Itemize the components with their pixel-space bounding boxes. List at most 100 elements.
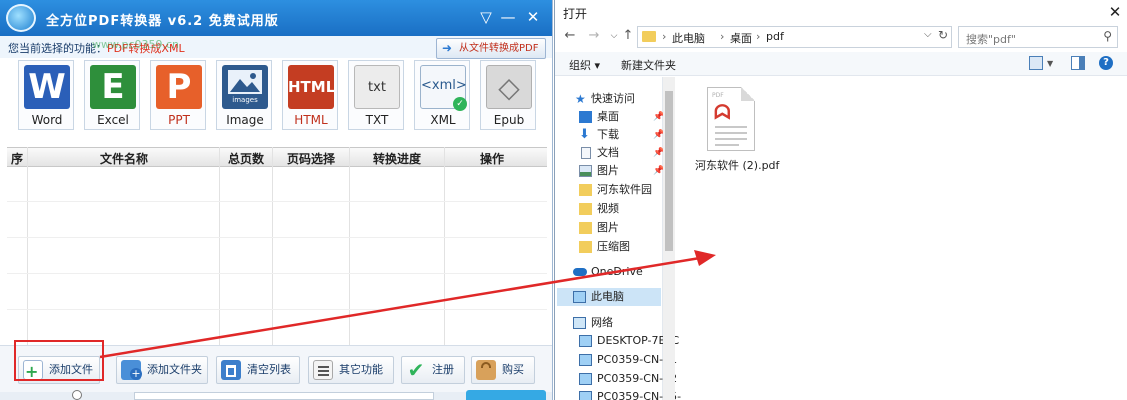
buy-label: 购买 (502, 363, 524, 376)
nav-documents[interactable]: 文档 📌 (557, 144, 664, 162)
minimize-icon[interactable]: — (496, 6, 520, 28)
computer-icon (573, 291, 586, 303)
address-bar[interactable]: › 此电脑 › 桌面 › pdf ⌵ ↻ (637, 26, 952, 48)
buy-button[interactable]: 购买 (471, 356, 535, 384)
pdf-tag: PDF (712, 92, 724, 99)
nav-label: 河东软件园 (597, 183, 652, 196)
pdf-file-icon: PDF ᗣ (707, 87, 755, 151)
format-epub-button[interactable]: ◇ Epub (480, 60, 536, 130)
column-header-action[interactable]: 操作 (445, 150, 539, 167)
column-divider (219, 147, 220, 345)
nav-network-pc02[interactable]: PC0359-CN-02 (557, 370, 677, 388)
file-table[interactable] (7, 167, 547, 345)
breadcrumb-separator-icon: › (756, 30, 761, 43)
view-dropdown-icon[interactable]: ▼ (1047, 59, 1053, 68)
column-header-page-select[interactable]: 页码选择 (273, 150, 349, 167)
picture-icon (579, 165, 592, 177)
epub-icon: ◇ (486, 65, 532, 109)
close-icon[interactable]: ✕ (1105, 2, 1125, 22)
arrow-right-icon: ➜ (442, 41, 453, 55)
text-line (715, 144, 739, 146)
nav-folder-compressed[interactable]: 压缩图 (557, 238, 661, 256)
open-file-dialog: 打开 ✕ ← → ⌵ ↑ › 此电脑 › 桌面 › pdf ⌵ ↻ 搜索"pdf… (554, 0, 1127, 400)
download-icon: ⬇ (579, 127, 590, 142)
format-xml-button[interactable]: <xml> ✓ XML (414, 60, 470, 130)
dropdown-menu-icon[interactable]: ▽ (474, 6, 498, 28)
folder-icon (642, 31, 656, 42)
nav-folder-hedong[interactable]: 河东软件园 (557, 181, 661, 199)
nav-desktop[interactable]: 桌面 📌 (557, 108, 664, 126)
app-titlebar[interactable]: 全方位PDF转换器 v6.2 免费试用版 ▽ — ✕ (0, 0, 552, 36)
column-header-pages[interactable]: 总页数 (220, 150, 272, 167)
nav-network-pc05[interactable]: PC0359-CN-05- (557, 388, 681, 400)
output-path-field[interactable] (134, 392, 434, 400)
shopping-bag-icon (476, 360, 496, 380)
column-header-progress[interactable]: 转换进度 (350, 150, 444, 167)
new-folder-button[interactable]: 新建文件夹 (621, 57, 676, 73)
column-header-filename[interactable]: 文件名称 (29, 150, 219, 167)
format-html-button[interactable]: HTML HTML (282, 60, 338, 130)
network-icon (573, 317, 586, 329)
document-icon (581, 147, 591, 159)
nav-quick-access[interactable]: ★ 快速访问 (557, 90, 661, 108)
nav-onedrive[interactable]: OneDrive (557, 263, 661, 281)
nav-label: 压缩图 (597, 240, 630, 253)
screen: 全方位PDF转换器 v6.2 免费试用版 ▽ — ✕ 您当前选择的功能：PDF转… (0, 0, 1127, 400)
chevron-down-icon[interactable]: ⌵ (924, 29, 932, 40)
add-folder-button[interactable]: + 添加文件夹 (116, 356, 208, 384)
nav-label: 桌面 (597, 110, 619, 123)
nav-folder-pictures[interactable]: 图片 (557, 219, 661, 237)
close-icon[interactable]: ✕ (521, 6, 545, 28)
nav-network-pc01[interactable]: PC0359-CN-01 (557, 351, 677, 369)
nav-label: 视频 (597, 202, 619, 215)
image-tile-text: images (232, 96, 258, 104)
navigation-pane[interactable]: ★ 快速访问 桌面 📌 ⬇ 下载 📌 文档 📌 图片 📌 河东软件园 视频 图片… (555, 77, 681, 400)
register-button[interactable]: ✔ 注册 (401, 356, 465, 384)
back-arrow-icon[interactable]: ← (561, 27, 579, 45)
scrollbar-thumb[interactable] (665, 91, 673, 251)
view-options-icon[interactable] (1029, 56, 1043, 70)
column-header-index[interactable]: 序 (9, 150, 25, 167)
row-divider (7, 309, 547, 310)
file-name: 河东软件 (2).pdf (695, 159, 780, 172)
up-arrow-icon[interactable]: ↑ (619, 27, 637, 45)
nav-folder-video[interactable]: 视频 (557, 200, 661, 218)
convert-to-pdf-button[interactable]: ➜ 从文件转换成PDF (436, 38, 546, 59)
nav-label: 快速访问 (591, 92, 635, 105)
html-icon: HTML (288, 65, 335, 109)
breadcrumb-pdf[interactable]: pdf (766, 30, 784, 43)
start-convert-button[interactable] (466, 390, 546, 400)
breadcrumb-desktop[interactable]: 桌面 (730, 30, 752, 46)
help-icon[interactable]: ? (1099, 56, 1113, 70)
breadcrumb-this-pc[interactable]: 此电脑 (672, 30, 705, 46)
txt-icon: txt (354, 65, 400, 109)
format-image-button[interactable]: images Image (216, 60, 272, 130)
format-excel-button[interactable]: E Excel (84, 60, 140, 130)
radio-button[interactable] (72, 390, 82, 400)
ppt-icon: P (156, 65, 202, 109)
forward-arrow-icon[interactable]: → (585, 27, 603, 45)
folder-icon (579, 241, 592, 253)
text-line (715, 126, 747, 128)
monitor-icon (579, 373, 592, 385)
row-divider (7, 237, 547, 238)
refresh-icon[interactable]: ↻ (938, 28, 948, 42)
nav-pictures[interactable]: 图片 📌 (557, 162, 664, 180)
preview-pane-icon[interactable] (1071, 56, 1085, 70)
nav-downloads[interactable]: ⬇ 下载 📌 (557, 126, 664, 144)
nav-network-desktop[interactable]: DESKTOP-7ETC (557, 332, 679, 350)
file-item-pdf[interactable]: PDF ᗣ 河东软件 (2).pdf (695, 85, 780, 175)
organize-menu[interactable]: 组织 ▾ (569, 57, 600, 73)
format-txt-button[interactable]: txt TXT (348, 60, 404, 130)
nav-this-pc[interactable]: 此电脑 (557, 288, 661, 306)
other-functions-button[interactable]: 其它功能 (308, 356, 394, 384)
nav-network[interactable]: 网络 (557, 314, 661, 332)
format-word-button[interactable]: W Word (18, 60, 74, 130)
folder-icon (579, 203, 592, 215)
format-ppt-button[interactable]: P PPT (150, 60, 206, 130)
search-box[interactable]: 搜索"pdf" ⚲ (958, 26, 1118, 48)
nav-scrollbar[interactable] (663, 77, 675, 400)
clear-list-button[interactable]: 清空列表 (216, 356, 300, 384)
column-divider (272, 147, 273, 345)
converter-window: 全方位PDF转换器 v6.2 免费试用版 ▽ — ✕ 您当前选择的功能：PDF转… (0, 0, 553, 400)
